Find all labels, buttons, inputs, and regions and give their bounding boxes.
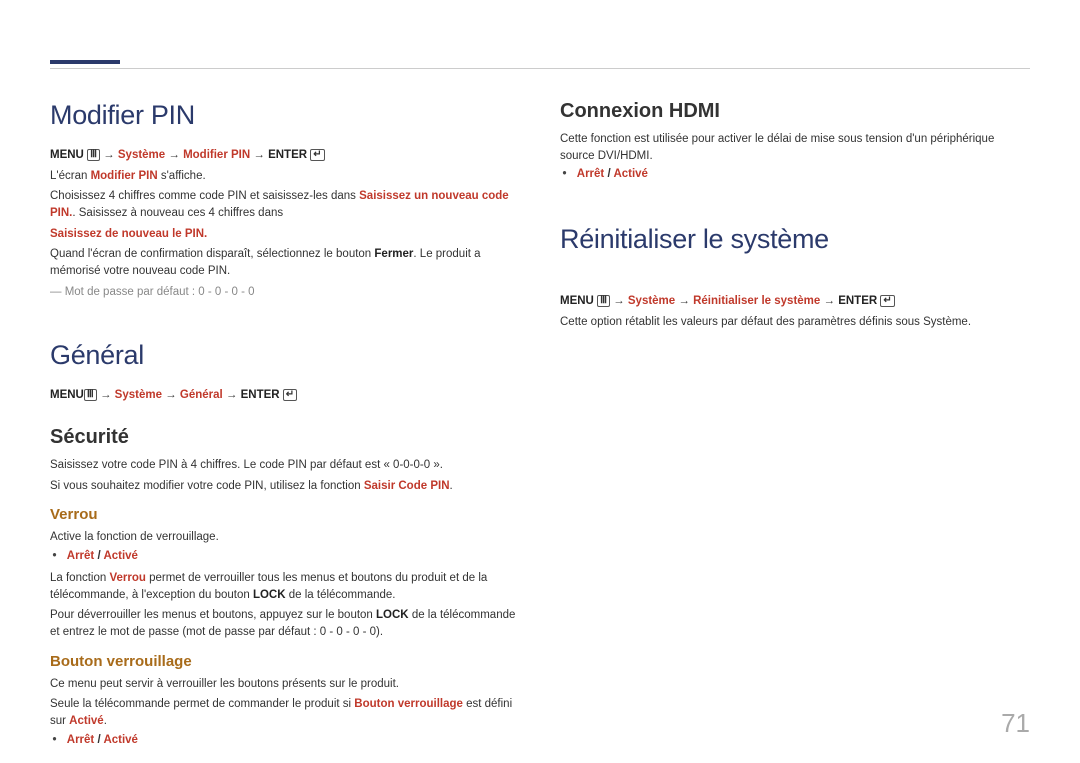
option-off: Arrêt <box>67 734 94 746</box>
text: de la télécommande. <box>286 589 396 601</box>
option-on: Activé <box>613 168 648 180</box>
nav-path-reset: MENU Ⅲ → Système → Réinitialiser le syst… <box>560 293 1030 310</box>
page-number: 71 <box>1001 708 1030 739</box>
bouton-desc-1: Ce menu peut servir à verrouiller les bo… <box>50 676 520 693</box>
enter-icon: ↵ <box>283 389 297 401</box>
text-red: Bouton verrouillage <box>354 698 463 710</box>
lock-button-label: LOCK <box>376 609 409 621</box>
modifier-pin-desc-1: L'écran Modifier PIN s'affiche. <box>50 168 520 185</box>
enter-icon: ↵ <box>310 149 324 161</box>
text: Si vous souhaitez modifier votre code PI… <box>50 480 364 492</box>
nav-path-modifier-pin: MENU Ⅲ → Système → Modifier PIN → ENTER … <box>50 147 520 164</box>
option-hdmi: Arrêt / Activé <box>574 168 1030 180</box>
menu-icon: Ⅲ <box>87 149 100 161</box>
heading-bouton-verrouillage: Bouton verrouillage <box>50 653 520 670</box>
bouton-desc-2: Seule la télécommande permet de commande… <box>50 696 520 729</box>
option-off: Arrêt <box>577 168 604 180</box>
text: . <box>450 480 453 492</box>
menu-icon: Ⅲ <box>597 295 610 307</box>
option-verrou: Arrêt / Activé <box>64 550 520 562</box>
nav-systeme: Système <box>628 295 675 307</box>
text-red: Verrou <box>109 572 145 584</box>
heading-modifier-pin: Modifier PIN <box>50 100 520 131</box>
text: s'affiche. <box>158 170 206 182</box>
nav-modifier-pin: Modifier PIN <box>183 149 250 161</box>
enter-icon: ↵ <box>880 295 894 307</box>
verrou-desc-3: Pour déverrouiller les menus et boutons,… <box>50 607 520 640</box>
verrou-desc-1: Active la fonction de verrouillage. <box>50 529 520 546</box>
text: Mot de passe par défaut : 0 - 0 - 0 - 0 <box>65 286 255 298</box>
menu-label: MENU <box>50 149 84 161</box>
option-off: Arrêt <box>67 550 94 562</box>
nav-systeme: Système <box>118 149 165 161</box>
reset-desc: Cette option rétablit les valeurs par dé… <box>560 314 1030 331</box>
menu-icon: Ⅲ <box>84 389 97 401</box>
text: . Saisissez à nouveau ces 4 chiffres dan… <box>72 207 283 219</box>
text: Choisissez 4 chiffres comme code PIN et … <box>50 190 359 202</box>
hdmi-desc: Cette fonction est utilisée pour activer… <box>560 131 1030 164</box>
modifier-pin-desc-2: Choisissez 4 chiffres comme code PIN et … <box>50 188 520 221</box>
text: L'écran <box>50 170 91 182</box>
modifier-pin-reenter-label: Saisissez de nouveau le PIN. <box>50 226 520 243</box>
enter-label: ENTER <box>838 295 877 307</box>
nav-reinitialiser: Réinitialiser le système <box>693 295 820 307</box>
menu-label: MENU <box>50 389 84 401</box>
modifier-pin-desc-3: Quand l'écran de confirmation disparaît,… <box>50 246 520 279</box>
text: Quand l'écran de confirmation disparaît,… <box>50 248 374 260</box>
option-on: Activé <box>103 734 138 746</box>
text-red: Modifier PIN <box>91 170 158 182</box>
option-bouton-verrouillage: Arrêt / Activé <box>64 734 520 746</box>
heading-connexion-hdmi: Connexion HDMI <box>560 100 1030 123</box>
option-on: Activé <box>103 550 138 562</box>
nav-path-general: MENUⅢ → Système → Général → ENTER ↵ <box>50 387 520 404</box>
enter-label: ENTER <box>241 389 280 401</box>
text: Pour déverrouiller les menus et boutons,… <box>50 609 376 621</box>
default-password-note: ― Mot de passe par défaut : 0 - 0 - 0 - … <box>50 284 520 301</box>
text: . <box>104 715 107 727</box>
nav-systeme: Système <box>115 389 162 401</box>
heading-general: Général <box>50 340 520 371</box>
securite-desc-1: Saisissez votre code PIN à 4 chiffres. L… <box>50 457 520 474</box>
text: Seule la télécommande permet de commande… <box>50 698 354 710</box>
securite-desc-2: Si vous souhaitez modifier votre code PI… <box>50 478 520 495</box>
heading-reinitialiser: Réinitialiser le système <box>560 224 1030 255</box>
heading-verrou: Verrou <box>50 506 520 523</box>
lock-button-label: LOCK <box>253 589 286 601</box>
menu-label: MENU <box>560 295 594 307</box>
heading-securite: Sécurité <box>50 426 520 449</box>
saisir-code-pin: Saisir Code PIN <box>364 480 450 492</box>
close-button-label: Fermer <box>374 248 413 260</box>
enter-label: ENTER <box>268 149 307 161</box>
nav-general: Général <box>180 389 223 401</box>
text: La fonction <box>50 572 109 584</box>
verrou-desc-2: La fonction Verrou permet de verrouiller… <box>50 570 520 603</box>
text-red: Activé <box>69 715 104 727</box>
